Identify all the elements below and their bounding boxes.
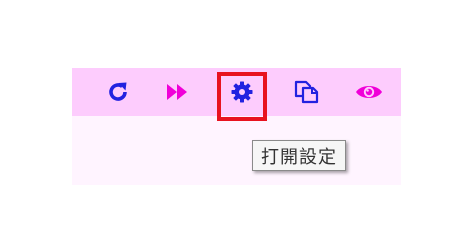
view-button[interactable] (349, 68, 389, 116)
fast-forward-icon (167, 84, 187, 100)
fast-forward-button[interactable] (157, 68, 197, 116)
settings-tooltip: 打開設定 (252, 140, 346, 171)
copy-button[interactable] (286, 68, 326, 116)
refresh-button[interactable] (98, 68, 138, 116)
tooltip-label: 打開設定 (261, 146, 337, 168)
copy-icon (294, 80, 319, 104)
eye-icon (356, 86, 382, 98)
gear-icon (231, 81, 253, 103)
refresh-icon (109, 82, 127, 101)
settings-button[interactable] (222, 68, 262, 116)
